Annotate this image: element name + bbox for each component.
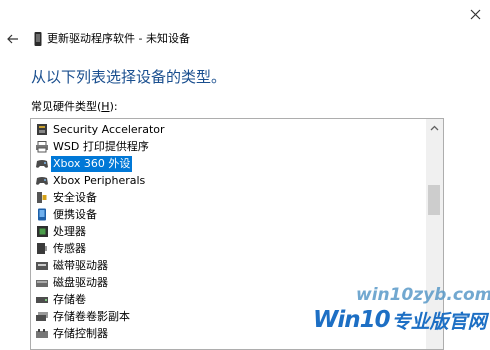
scroll-thumb[interactable] [428, 185, 440, 215]
window-title: 更新驱动程序软件 - 未知设备 [47, 32, 190, 45]
gamepad-icon [35, 174, 49, 188]
list-item[interactable]: Security Accelerator [35, 121, 425, 138]
list-item-label: 安全设备 [53, 190, 97, 204]
processor-icon [35, 225, 49, 239]
storage-controller-icon [35, 327, 49, 341]
security-device-icon [35, 191, 49, 205]
list-item-label: 磁带驱动器 [53, 258, 108, 272]
scroll-up-button[interactable] [426, 119, 443, 136]
back-button[interactable] [5, 31, 21, 47]
list-item[interactable]: Xbox Peripherals [35, 172, 425, 189]
chevron-up-icon [430, 125, 439, 130]
list-item[interactable]: 处理器 [35, 223, 425, 240]
watermark-site: win10zyb.com [356, 285, 490, 305]
printer-icon [35, 140, 49, 154]
gamepad-icon [35, 157, 49, 171]
list-item-label: 便携设备 [53, 207, 97, 221]
close-button[interactable] [464, 4, 486, 24]
security-accelerator-icon [35, 123, 49, 137]
list-item-label: Xbox Peripherals [53, 173, 146, 187]
list-item-label: 存储卷卷影副本 [53, 309, 130, 323]
list-item-label: Xbox 360 外设 [51, 155, 133, 172]
list-item-label: 存储卷 [53, 292, 86, 306]
list-item-label: 磁盘驱动器 [53, 275, 108, 289]
shadow-copy-icon [35, 310, 49, 324]
watermark-logo: Win10 专业版官网 [313, 307, 487, 333]
list-item[interactable]: 磁带驱动器 [35, 257, 425, 274]
list-item-label: WSD 打印提供程序 [53, 139, 149, 153]
tape-drive-icon [35, 259, 49, 273]
list-item[interactable]: WSD 打印提供程序 [35, 138, 425, 155]
storage-volume-icon [35, 293, 49, 307]
list-item-label: 传感器 [53, 241, 86, 255]
disk-drive-icon [35, 276, 49, 290]
list-item-label: 存储控制器 [53, 326, 108, 340]
list-item[interactable]: 便携设备 [35, 206, 425, 223]
page-heading: 从以下列表选择设备的类型。 [31, 68, 227, 86]
back-arrow-icon [7, 34, 18, 44]
list-item[interactable]: 安全设备 [35, 189, 425, 206]
portable-device-icon [35, 208, 49, 222]
list-item-label: Security Accelerator [53, 122, 165, 136]
close-icon [470, 9, 480, 19]
list-item[interactable]: Xbox 360 外设 [35, 155, 425, 172]
device-icon [34, 32, 42, 46]
list-item-label: 处理器 [53, 224, 86, 238]
sensor-icon [35, 242, 49, 256]
hardware-types-label: 常见硬件类型(H): [31, 100, 118, 113]
list-item[interactable]: 传感器 [35, 240, 425, 257]
